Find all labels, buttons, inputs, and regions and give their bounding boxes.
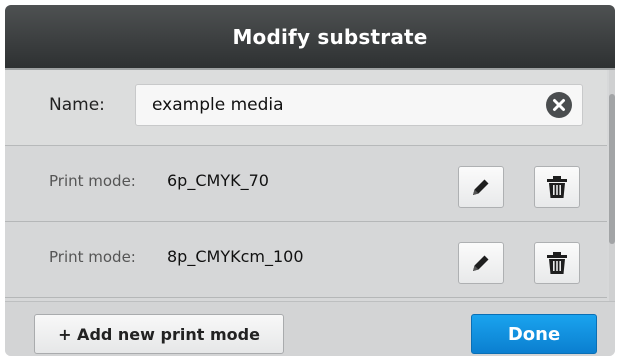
name-input-value: example media	[152, 95, 284, 115]
delete-print-mode-button[interactable]	[534, 242, 580, 284]
name-input[interactable]: example media	[135, 84, 583, 126]
edit-print-mode-button[interactable]	[458, 242, 504, 284]
pencil-icon	[473, 179, 489, 195]
scrollbar-thumb[interactable]	[609, 94, 615, 244]
delete-print-mode-button[interactable]	[534, 166, 580, 208]
done-button[interactable]: Done	[471, 314, 597, 354]
footer-bar: + Add new print mode Done	[5, 301, 615, 356]
print-mode-label: Print mode:	[49, 248, 136, 266]
title-bar: Modify substrate	[5, 5, 615, 70]
print-mode-label: Print mode:	[49, 172, 136, 190]
modify-substrate-dialog: Modify substrate Name: example media Pri…	[5, 5, 615, 356]
pencil-icon	[473, 255, 489, 271]
print-mode-row: Print mode: 6p_CMYK_70	[5, 146, 607, 222]
scrollbar[interactable]	[609, 70, 615, 301]
trash-icon	[547, 176, 567, 198]
add-print-mode-button[interactable]: + Add new print mode	[34, 314, 284, 354]
edit-print-mode-button[interactable]	[458, 166, 504, 208]
dialog-title: Modify substrate	[232, 24, 428, 49]
name-row: Name: example media	[5, 70, 607, 146]
print-mode-value: 8p_CMYKcm_100	[167, 247, 304, 266]
content-area: Name: example media Print mode: 6p_CMYK_…	[5, 70, 615, 301]
name-label: Name:	[49, 95, 105, 115]
print-mode-row: Print mode: 8p_CMYKcm_100	[5, 222, 607, 298]
trash-icon	[547, 252, 567, 274]
print-mode-value: 6p_CMYK_70	[167, 171, 269, 190]
clear-icon[interactable]	[546, 92, 572, 118]
